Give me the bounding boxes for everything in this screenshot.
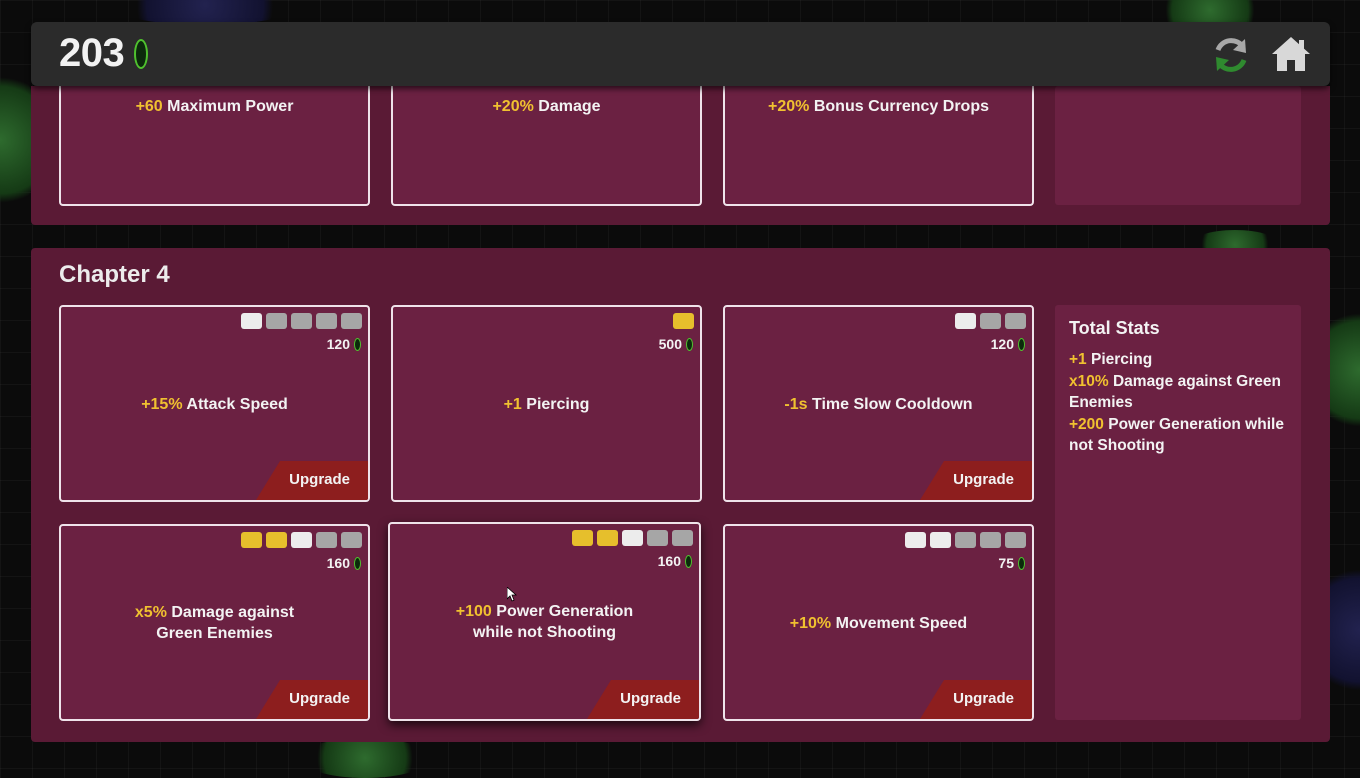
currency-icon [354,556,361,570]
currency-icon [1018,337,1025,351]
upgrade-cost: 160 [658,553,692,569]
total-stat-line: +200 Power Generation while not Shooting [1069,415,1284,455]
level-pip [1005,313,1026,329]
top-bar: 203 [31,22,1330,86]
upgrade-description: x5% Damage against Green Enemies [134,604,295,642]
chapter-title: Chapter 4 [59,261,170,288]
level-pip [341,532,362,548]
upgrade-card-maximum-power: +60 Maximum Power [59,80,370,206]
level-pip [266,532,287,548]
currency-icon [686,337,693,351]
upgrade-card-piercing: 500 +1 Piercing [391,305,702,502]
currency-icon [1018,556,1025,570]
upgrade-description: -1s Time Slow Cooldown [784,396,973,413]
upgrade-card-damage: +20% Damage [391,80,702,206]
upgrade-cost: 75 [998,555,1025,571]
level-pip [316,313,337,329]
level-pip [980,532,1001,548]
level-pip [572,530,593,546]
upgrade-button[interactable]: Upgrade [587,680,699,719]
level-pip [980,313,1001,329]
upgrade-card-time-slow-cooldown: 120 -1s Time Slow Cooldown Upgrade [723,305,1034,502]
level-pips [572,530,693,546]
upgrade-button[interactable]: Upgrade [920,461,1032,500]
level-pip [905,532,926,548]
upgrade-button[interactable]: Upgrade [256,461,368,500]
upgrade-description: +10% Movement Speed [789,615,968,632]
upgrade-card-bonus-currency: +20% Bonus Currency Drops [723,80,1034,206]
level-pip [930,532,951,548]
upgrade-description: +20% Damage [492,98,601,115]
total-stats-title: Total Stats [1069,318,1160,338]
upgrade-card-attack-speed: 120 +15% Attack Speed Upgrade [59,305,370,502]
upgrade-button[interactable]: Upgrade [920,680,1032,719]
level-pip [622,530,643,546]
level-pip [1005,532,1026,548]
level-pip [672,530,693,546]
home-icon [1272,37,1310,71]
level-pip [955,313,976,329]
upgrade-description: +100 Power Generation while not Shooting [455,603,634,641]
upgrade-description: +60 Maximum Power [135,98,294,115]
upgrade-card-damage-green-enemies: 160 x5% Damage against Green Enemies Upg… [59,524,370,721]
currency-icon [685,554,692,568]
upgrade-card-movement-speed: 75 +10% Movement Speed Upgrade [723,524,1034,721]
total-stats-list: +1 Piercing x10% Damage against Green En… [1069,349,1289,457]
level-pip [266,313,287,329]
currency-icon [354,337,361,351]
upgrade-cost: 120 [327,336,361,352]
total-stat-line: x10% Damage against Green Enemies [1069,372,1281,412]
background-enemy-blob [300,738,430,778]
total-stats-panel: Total Stats +1 Piercing x10% Damage agai… [1055,305,1301,720]
previous-total-stats-panel [1055,86,1301,205]
level-pip [241,532,262,548]
level-pip [597,530,618,546]
level-pip [673,313,694,329]
upgrade-description: +1 Piercing [503,396,590,413]
level-pips [955,313,1026,329]
level-pip [291,532,312,548]
level-pip [647,530,668,546]
refresh-icon [1215,38,1247,72]
upgrade-button[interactable]: Upgrade [256,680,368,719]
level-pips [241,313,362,329]
mouse-cursor-icon [507,587,517,602]
currency-amount: 203 [59,31,125,75]
level-pip [341,313,362,329]
level-pip [955,532,976,548]
upgrade-description: +15% Attack Speed [141,396,288,413]
refresh-button[interactable] [1209,33,1253,77]
level-pip [241,313,262,329]
currency-display: 203 [59,31,149,76]
upgrade-card-power-generation: 160 +100 Power Generation while not Shoo… [388,522,701,721]
total-stat-line: +1 Piercing [1069,351,1153,368]
upgrade-description: +20% Bonus Currency Drops [768,98,989,115]
level-pips [673,313,694,329]
level-pips [905,532,1026,548]
currency-icon [134,38,149,69]
home-button[interactable] [1271,34,1311,74]
level-pip [316,532,337,548]
level-pips [241,532,362,548]
upgrade-cost: 160 [327,555,361,571]
upgrade-cost: 120 [991,336,1025,352]
upgrade-cost: 500 [659,336,693,352]
level-pip [291,313,312,329]
